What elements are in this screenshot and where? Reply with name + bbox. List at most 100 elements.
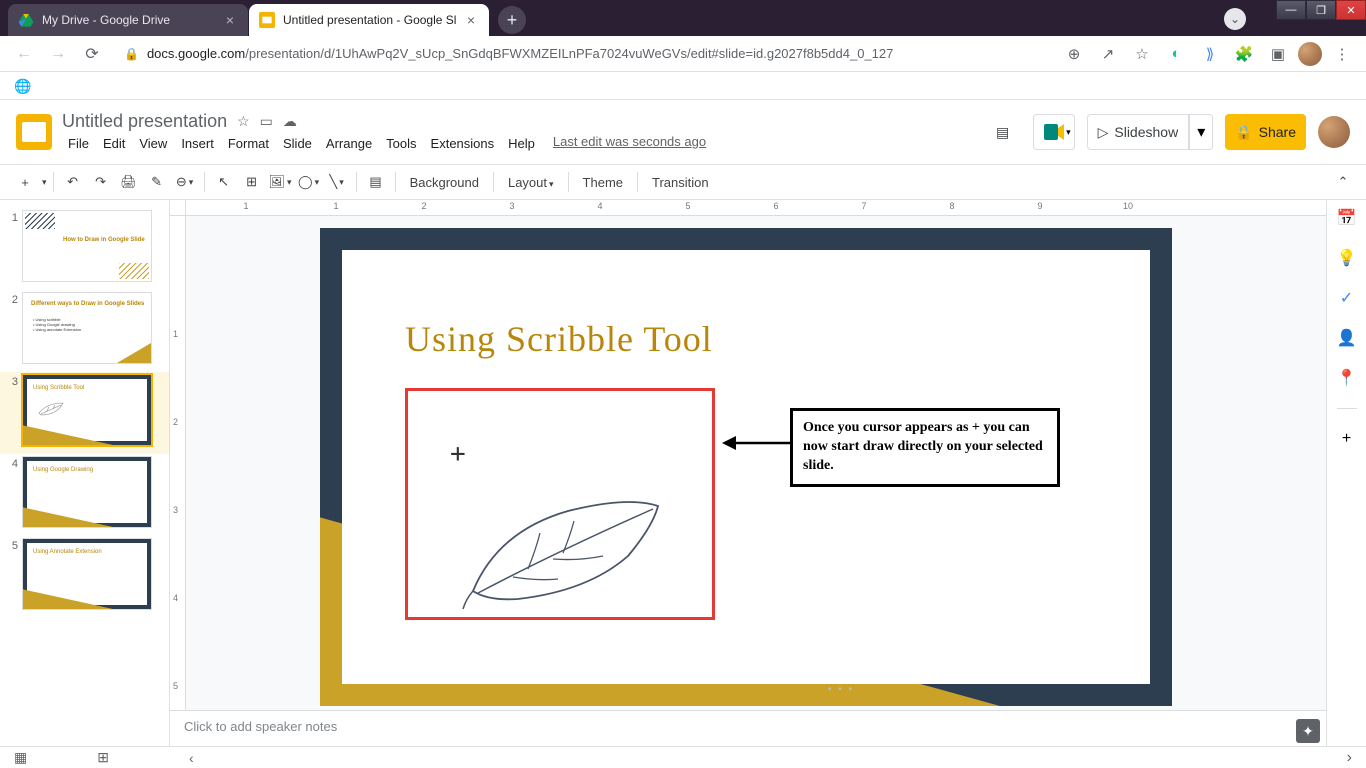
layout-button[interactable]: Layout▾ — [500, 175, 562, 190]
chrome-menu-icon[interactable]: ⋮ — [1328, 40, 1356, 68]
nav-back[interactable]: ← — [10, 40, 38, 68]
meet-button[interactable]: ▾ — [1033, 114, 1075, 150]
extension-green-icon[interactable]: ◐ — [1162, 40, 1190, 68]
explore-button[interactable]: ✦ — [1296, 719, 1320, 743]
doc-info: Untitled presentation ☆ ▭ ☁ File Edit Vi… — [62, 111, 985, 153]
print-button[interactable]: 🖨 — [116, 169, 142, 195]
tab-close-icon[interactable]: × — [463, 12, 479, 28]
menu-file[interactable]: File — [62, 134, 95, 153]
docs-header: Untitled presentation ☆ ▭ ☁ File Edit Vi… — [0, 100, 1366, 164]
menu-tools[interactable]: Tools — [380, 134, 422, 153]
callout-text[interactable]: Once you cursor appears as + you can now… — [790, 408, 1060, 487]
slide-thumb-1[interactable]: 1 How to Draw in Google Slide — [0, 208, 169, 290]
window-minimize[interactable]: — — [1276, 0, 1306, 20]
doc-title[interactable]: Untitled presentation — [62, 111, 227, 132]
calendar-icon[interactable]: 📅 — [1337, 208, 1357, 228]
account-avatar[interactable] — [1318, 116, 1350, 148]
line-tool[interactable]: ╲▾ — [324, 169, 350, 195]
globe-bookmark-icon[interactable]: 🌐 — [14, 78, 30, 94]
slides-home-button[interactable] — [16, 114, 52, 150]
slide-heading[interactable]: Using Scribble Tool — [405, 318, 713, 360]
url-input[interactable]: 🔒 docs.google.com/presentation/d/1UhAwPq… — [112, 40, 1054, 68]
image-tool[interactable]: 🖼▾ — [267, 169, 294, 195]
slides-icon — [259, 12, 275, 28]
new-tab-button[interactable]: + — [498, 6, 526, 34]
bottom-bar: ▦ ⊞ ‹ › — [0, 746, 1366, 768]
menu-slide[interactable]: Slide — [277, 134, 318, 153]
share-button[interactable]: 🔒 Share — [1225, 114, 1306, 150]
background-button[interactable]: Background — [402, 175, 487, 190]
window-close[interactable]: ✕ — [1336, 0, 1366, 20]
slideshow-button[interactable]: ▷ Slideshow — [1087, 114, 1190, 150]
textbox-tool[interactable]: ⊞ — [239, 169, 265, 195]
grid-view-icon[interactable]: ⊞ — [97, 749, 109, 766]
add-comment-button[interactable]: ▤ — [363, 169, 389, 195]
cloud-status-icon[interactable]: ☁ — [283, 113, 297, 130]
sidepanel-toggle-icon[interactable]: ▣ — [1264, 40, 1292, 68]
toolbar: +▾ ↶ ↷ 🖨 ✎ ⊖▾ ↖ ⊞ 🖼▾ ◯▾ ╲▾ ▤ Background … — [0, 164, 1366, 200]
new-slide-button[interactable]: + — [12, 169, 38, 195]
menu-help[interactable]: Help — [502, 134, 541, 153]
leaf-icon — [37, 399, 67, 417]
slide-thumb-3[interactable]: 3 Using Scribble Tool — [0, 372, 169, 454]
browser-tabbar: My Drive - Google Drive × Untitled prese… — [0, 0, 1366, 36]
collapse-filmstrip-icon[interactable]: ‹ — [189, 750, 194, 766]
window-maximize[interactable]: ❐ — [1306, 0, 1336, 20]
star-icon[interactable]: ☆ — [237, 113, 250, 130]
lock-icon: 🔒 — [1235, 124, 1252, 141]
menu-insert[interactable]: Insert — [175, 134, 220, 153]
contacts-icon[interactable]: 👤 — [1337, 328, 1357, 348]
zoom-icon[interactable]: ⊕ — [1060, 40, 1088, 68]
tasks-icon[interactable]: ✓ — [1337, 288, 1357, 308]
get-addons-icon[interactable]: + — [1337, 429, 1357, 449]
slide-thumb-5[interactable]: 5 Using Annotate Extension — [0, 536, 169, 618]
menu-edit[interactable]: Edit — [97, 134, 131, 153]
slide-thumb-2[interactable]: 2 Different ways to Draw in Google Slide… — [0, 290, 169, 372]
menu-bar: File Edit View Insert Format Slide Arran… — [62, 134, 985, 153]
speaker-notes[interactable]: Click to add speaker notes ✦ — [170, 710, 1326, 746]
maps-icon[interactable]: 📍 — [1337, 368, 1357, 388]
leaf-drawing[interactable] — [458, 471, 688, 611]
address-bar: ← → ⟳ 🔒 docs.google.com/presentation/d/1… — [0, 36, 1366, 72]
cast-icon[interactable]: ⟫ — [1196, 40, 1224, 68]
tab-search-button[interactable]: ⌄ — [1224, 8, 1246, 30]
tab-close-icon[interactable]: × — [222, 12, 238, 28]
bookmark-star-icon[interactable]: ☆ — [1128, 40, 1156, 68]
show-sidepanel-icon[interactable]: › — [1347, 749, 1352, 767]
comments-history-button[interactable]: ▤ — [985, 114, 1021, 150]
notes-placeholder: Click to add speaker notes — [184, 719, 337, 734]
slide-thumb-4[interactable]: 4 Using Google Drawing — [0, 454, 169, 536]
filmstrip-view-icon[interactable]: ▦ — [14, 749, 27, 766]
zoom-button[interactable]: ⊖▾ — [172, 169, 198, 195]
nav-forward[interactable]: → — [44, 40, 72, 68]
menu-arrange[interactable]: Arrange — [320, 134, 378, 153]
select-tool[interactable]: ↖ — [211, 169, 237, 195]
menu-extensions[interactable]: Extensions — [425, 134, 501, 153]
shape-tool[interactable]: ◯▾ — [296, 169, 322, 195]
transition-button[interactable]: Transition — [644, 175, 717, 190]
canvas-area[interactable]: 1 1 2 3 4 5 6 7 8 9 10 1 2 3 4 5 Using S… — [170, 200, 1366, 746]
tab-slides[interactable]: Untitled presentation - Google Sl × — [249, 4, 489, 36]
header-actions: ▤ ▾ ▷ Slideshow ▾ 🔒 Share — [985, 114, 1350, 150]
extensions-icon[interactable]: 🧩 — [1230, 40, 1258, 68]
filmstrip[interactable]: 1 How to Draw in Google Slide 2 Differen… — [0, 200, 170, 746]
drive-icon — [18, 12, 34, 28]
profile-avatar[interactable] — [1298, 42, 1322, 66]
collapse-toolbar-button[interactable]: ⌃ — [1330, 169, 1356, 195]
theme-button[interactable]: Theme — [575, 175, 631, 190]
paint-format-button[interactable]: ✎ — [144, 169, 170, 195]
slide-canvas[interactable]: Using Scribble Tool + Once you cursor ap… — [320, 228, 1172, 706]
tab-drive[interactable]: My Drive - Google Drive × — [8, 4, 248, 36]
keep-icon[interactable]: 💡 — [1337, 248, 1357, 268]
nav-reload[interactable]: ⟳ — [78, 40, 106, 68]
share-url-icon[interactable]: ↗ — [1094, 40, 1122, 68]
redo-button[interactable]: ↷ — [88, 169, 114, 195]
last-edit-link[interactable]: Last edit was seconds ago — [553, 134, 706, 153]
undo-button[interactable]: ↶ — [60, 169, 86, 195]
menu-view[interactable]: View — [133, 134, 173, 153]
slideshow-dropdown[interactable]: ▾ — [1189, 114, 1213, 150]
menu-format[interactable]: Format — [222, 134, 275, 153]
move-icon[interactable]: ▭ — [260, 113, 273, 130]
notes-resize-handle[interactable]: • • • — [356, 686, 1326, 692]
main-area: 1 How to Draw in Google Slide 2 Differen… — [0, 200, 1366, 746]
